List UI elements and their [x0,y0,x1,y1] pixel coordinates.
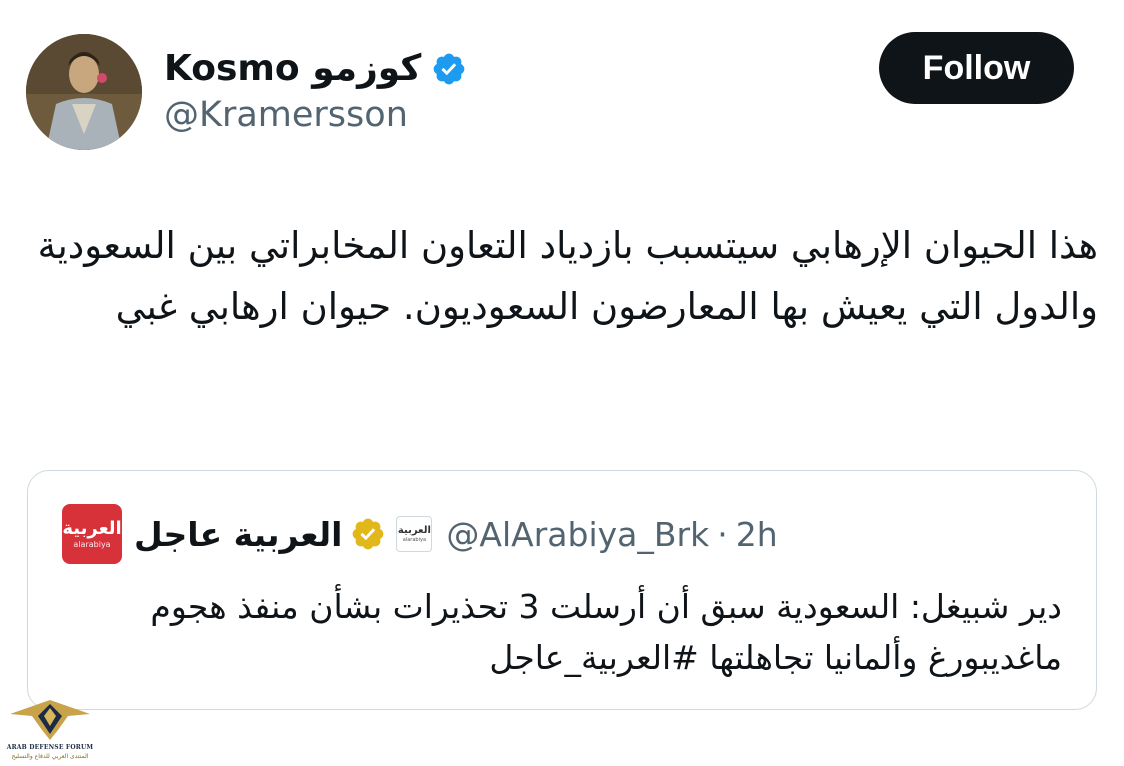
watermark-title: ARAB DEFENSE FORUM [6,744,94,751]
quoted-tweet-text: دير شبيغل: السعودية سبق أن أرسلت 3 تحذير… [150,587,1062,677]
avatar[interactable] [26,34,142,150]
watermark-subtitle: المنتدى العربي للدفاع والتسليح [11,753,89,760]
gold-verified-badge-icon [353,518,384,550]
quoted-tweet-header: العربية alarabiya العربية عاجل العربية a… [62,504,1076,564]
watermark-logo: ARAB DEFENSE FORUM المنتدى العربي للدفاع… [2,694,98,764]
author-name-row: Kosmo كوزمو [164,44,467,94]
eagle-emblem-icon [10,700,90,740]
affiliate-logo-icon[interactable]: العربية alarabiya [396,516,433,552]
quoted-avatar[interactable]: العربية alarabiya [62,504,122,564]
quoted-display-name[interactable]: العربية عاجل [134,515,342,554]
affiliate-logo-sub: alarabiya [402,536,427,543]
quoted-tweet-card[interactable]: العربية alarabiya العربية عاجل العربية a… [27,470,1097,710]
display-name[interactable]: Kosmo كوزمو [164,51,421,87]
quoted-avatar-logo-text: العربية [62,517,122,539]
follow-button[interactable]: Follow [879,32,1074,104]
affiliate-logo-text: العربية [397,524,431,536]
quoted-avatar-logo-sub: alarabiya [73,539,111,549]
quoted-timestamp[interactable]: 2h [736,515,778,554]
author-handle[interactable]: @Kramersson [164,96,408,135]
verified-badge-icon [433,53,465,85]
tweet-text: هذا الحيوان الإرهابي سيتسبب بازدياد التع… [37,224,1098,328]
quoted-handle[interactable]: @AlArabiya_Brk [446,515,709,554]
separator-dot: · [717,514,728,554]
